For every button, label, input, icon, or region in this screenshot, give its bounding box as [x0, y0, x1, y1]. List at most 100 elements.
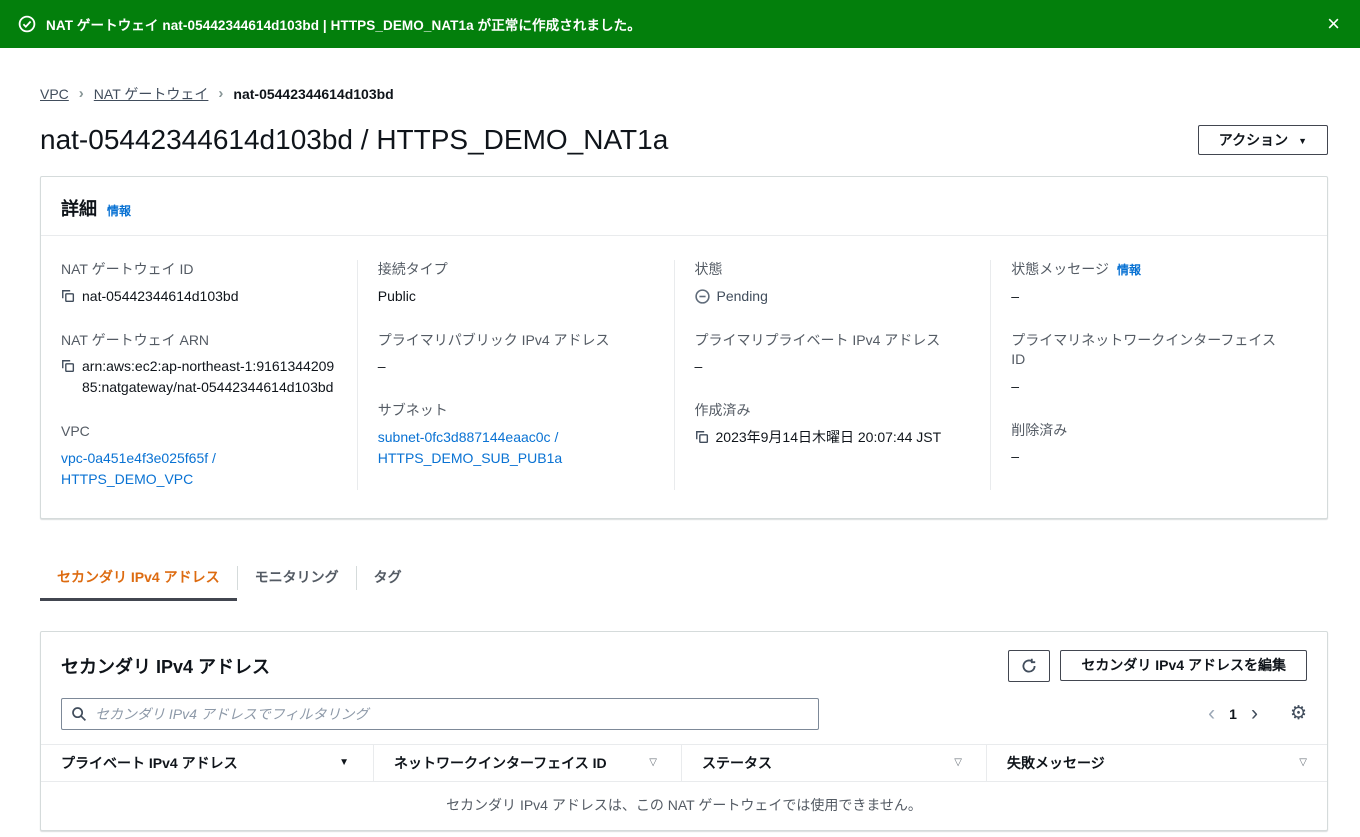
connectivity-type-value: Public [377, 287, 416, 304]
details-card: 詳細 情報 NAT ゲートウェイ ID nat-05442344614d103b… [40, 176, 1328, 519]
chevron-right-icon: › [78, 84, 84, 102]
column-header-label: ステータス [702, 754, 772, 771]
status-badge: Pending [694, 286, 768, 307]
subnet-link[interactable]: subnet-0fc3d887144eaac0c / HTTPS_DEMO_SU… [378, 427, 654, 469]
sort-icon: ▽ [649, 757, 657, 769]
details-column-4: 状態メッセージ 情報 – プライマリネットワークインターフェイス ID – 削除… [990, 260, 1307, 490]
refresh-button[interactable] [1008, 649, 1051, 682]
breadcrumb-nat-gateways[interactable]: NAT ゲートウェイ [94, 84, 209, 104]
secondary-card-actions: セカンダリ IPv4 アドレスを編集 [1008, 649, 1307, 682]
main-content: VPC › NAT ゲートウェイ › nat-05442344614d103bd… [0, 84, 1360, 831]
column-header-label: 失敗メッセージ [1007, 754, 1105, 771]
nat-gateway-arn-value: arn:aws:ec2:ap-northeast-1:916134420985:… [82, 358, 335, 396]
close-icon[interactable]: × [1325, 13, 1342, 35]
field-subnet: サブネット subnet-0fc3d887144eaac0c / HTTPS_D… [378, 401, 654, 469]
actions-button-label: アクション [1218, 131, 1289, 148]
tab-monitoring[interactable]: モニタリング [238, 555, 356, 601]
secondary-ip-filter-input[interactable] [61, 697, 819, 730]
edit-secondary-ipv4-button[interactable]: セカンダリ IPv4 アドレスを編集 [1060, 650, 1307, 682]
pagination: ‹ 1 › ⚙ [1202, 703, 1307, 724]
page-header: nat-05442344614d103bd / HTTPS_DEMO_NAT1a… [40, 124, 1328, 156]
column-header-label: プライベート IPv4 アドレス [61, 754, 238, 771]
details-info-link[interactable]: 情報 [107, 202, 131, 219]
table-empty-message: セカンダリ IPv4 アドレスは、この NAT ゲートウェイでは使用できません。 [446, 796, 922, 813]
chevron-left-icon[interactable]: ‹ [1202, 703, 1221, 724]
vpc-link[interactable]: vpc-0a451e4f3e025f65f / HTTPS_DEMO_VPC [61, 448, 337, 490]
field-primary-eni-id: プライマリネットワークインターフェイス ID – [1011, 331, 1287, 397]
sort-icon: ▽ [954, 757, 962, 769]
refresh-icon [1021, 658, 1037, 674]
field-label: 作成済み [694, 402, 751, 419]
field-state: 状態 Pending [695, 260, 971, 307]
success-check-icon [18, 15, 36, 33]
secondary-toolbar: ‹ 1 › ⚙ [41, 697, 1327, 744]
column-header-label: ネットワークインターフェイス ID [394, 754, 607, 771]
gear-icon[interactable]: ⚙ [1290, 704, 1307, 723]
state-value: Pending [716, 287, 768, 304]
breadcrumb-current: nat-05442344614d103bd [233, 86, 394, 102]
primary-private-ipv4-value: – [694, 358, 703, 375]
table-header-row: プライベート IPv4 アドレス ▼ ネットワークインターフェイス ID ▽ ス… [41, 743, 1327, 782]
secondary-card-header: セカンダリ IPv4 アドレス セカンダリ IPv4 アドレスを編集 [41, 632, 1327, 698]
search-icon [71, 706, 87, 722]
tab-bar: セカンダリ IPv4 アドレス モニタリング タグ [40, 555, 1328, 601]
pending-icon [694, 288, 710, 304]
tab-secondary-ipv4[interactable]: セカンダリ IPv4 アドレス [40, 555, 237, 601]
field-label: プライマリプライベート IPv4 アドレス [694, 331, 941, 348]
field-primary-public-ipv4: プライマリパブリック IPv4 アドレス – [378, 331, 654, 378]
field-label: サブネット [377, 402, 448, 419]
field-deleted: 削除済み – [1011, 421, 1287, 468]
field-label: 接続タイプ [377, 261, 448, 277]
created-value: 2023年9月14日木曜日 20:07:44 JST [715, 428, 942, 445]
copy-icon[interactable] [61, 289, 75, 303]
details-column-2: 接続タイプ Public プライマリパブリック IPv4 アドレス – サブネッ… [356, 260, 674, 490]
field-label: 状態 [694, 261, 723, 277]
breadcrumb-vpc[interactable]: VPC [40, 86, 69, 102]
primary-public-ipv4-value: – [377, 358, 386, 375]
deleted-value: – [1011, 448, 1020, 465]
filter-box [61, 697, 819, 730]
field-label: 状態メッセージ [1011, 261, 1109, 277]
secondary-ipv4-card: セカンダリ IPv4 アドレス セカンダリ IPv4 アドレスを編集 ‹ 1 [40, 630, 1328, 831]
field-label: プライマリパブリック IPv4 アドレス [377, 331, 610, 348]
secondary-card-title: セカンダリ IPv4 アドレス [61, 656, 271, 677]
field-label: プライマリネットワークインターフェイス ID [1011, 331, 1276, 368]
breadcrumb: VPC › NAT ゲートウェイ › nat-05442344614d103bd [40, 84, 1328, 104]
chevron-right-icon: › [218, 84, 224, 102]
page-title: nat-05442344614d103bd / HTTPS_DEMO_NAT1a [40, 124, 669, 155]
nat-gateway-id-value: nat-05442344614d103bd [82, 287, 239, 304]
sort-icon: ▽ [1299, 757, 1307, 769]
chevron-right-icon[interactable]: › [1245, 703, 1264, 724]
column-header-status[interactable]: ステータス ▽ [681, 744, 986, 781]
field-connectivity-type: 接続タイプ Public [378, 260, 654, 307]
field-state-message: 状態メッセージ 情報 – [1011, 260, 1287, 307]
details-title: 詳細 [61, 199, 97, 219]
details-card-header: 詳細 情報 [41, 177, 1327, 236]
details-column-1: NAT ゲートウェイ ID nat-05442344614d103bd NAT … [61, 260, 357, 490]
field-primary-private-ipv4: プライマリプライベート IPv4 アドレス – [695, 331, 971, 378]
details-column-3: 状態 Pending プライマリプライベート IPv4 アドレス – 作成済み … [673, 260, 991, 490]
copy-icon[interactable] [695, 430, 709, 444]
primary-eni-id-value: – [1011, 377, 1020, 394]
page-number[interactable]: 1 [1221, 706, 1245, 722]
state-message-value: – [1011, 287, 1020, 304]
column-header-failure-message[interactable]: 失敗メッセージ ▽ [986, 744, 1307, 781]
success-flashbar: NAT ゲートウェイ nat-05442344614d103bd | HTTPS… [0, 0, 1360, 48]
copy-icon[interactable] [61, 359, 75, 373]
field-nat-gateway-id: NAT ゲートウェイ ID nat-05442344614d103bd [61, 260, 337, 307]
field-nat-gateway-arn: NAT ゲートウェイ ARN arn:aws:ec2:ap-northeast-… [61, 331, 337, 399]
flash-message: NAT ゲートウェイ nat-05442344614d103bd | HTTPS… [46, 18, 641, 33]
actions-button[interactable]: アクション ▼ [1197, 124, 1328, 156]
state-message-info-link[interactable]: 情報 [1117, 262, 1141, 279]
details-grid: NAT ゲートウェイ ID nat-05442344614d103bd NAT … [41, 236, 1327, 518]
column-header-eni-id[interactable]: ネットワークインターフェイス ID ▽ [373, 744, 681, 781]
column-header-private-ipv4[interactable]: プライベート IPv4 アドレス ▼ [61, 745, 373, 781]
field-label: 削除済み [1011, 421, 1068, 438]
caret-down-icon: ▼ [1298, 135, 1307, 146]
field-created: 作成済み 2023年9月14日木曜日 20:07:44 JST [695, 401, 971, 448]
field-vpc: VPC vpc-0a451e4f3e025f65f / HTTPS_DEMO_V… [61, 422, 337, 490]
field-label: NAT ゲートウェイ ARN [61, 331, 210, 348]
field-label: VPC [61, 423, 90, 440]
tab-tags[interactable]: タグ [357, 555, 419, 601]
field-label: NAT ゲートウェイ ID [61, 261, 194, 277]
